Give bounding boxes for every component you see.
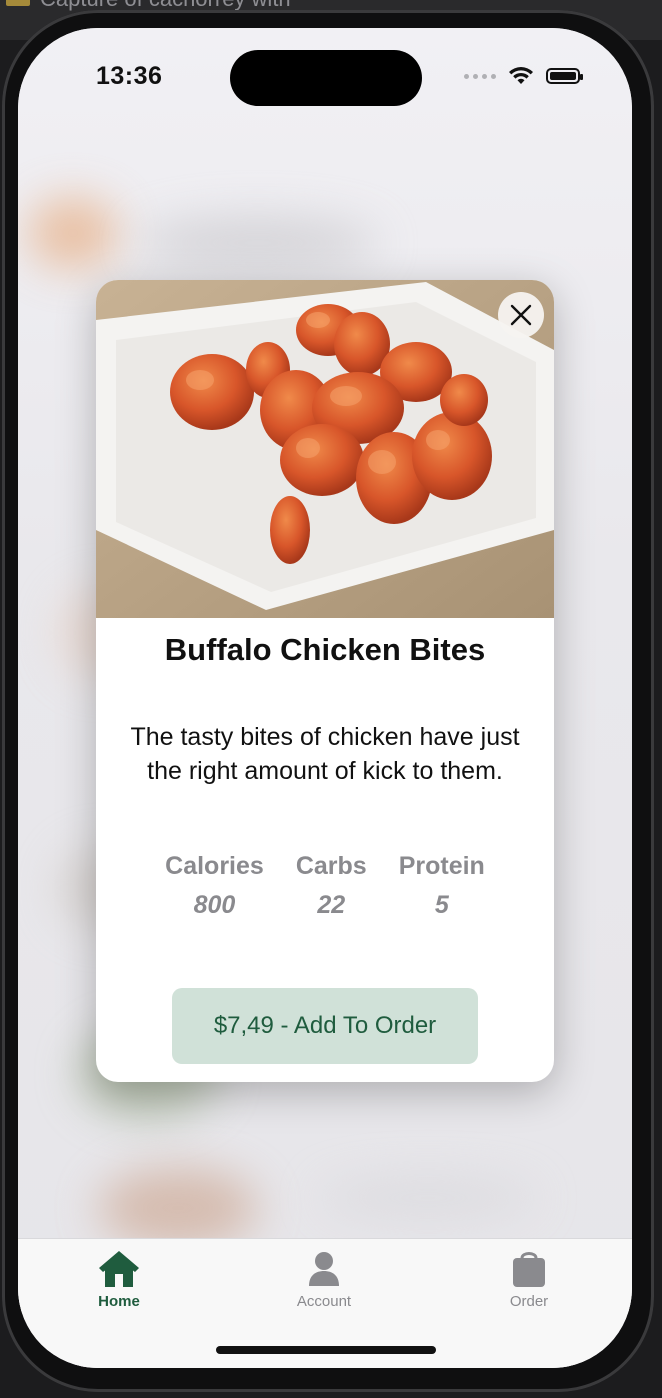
wifi-icon bbox=[509, 67, 533, 84]
stat-value: 22 bbox=[317, 891, 346, 919]
stat-label: Calories bbox=[165, 852, 264, 880]
stat-value: 5 bbox=[434, 891, 449, 919]
tab-label: Account bbox=[296, 1293, 352, 1310]
nutrition-stats: Calories 800 Carbs 22 Protein 5 bbox=[96, 852, 554, 920]
house-icon bbox=[99, 1251, 139, 1287]
tab-label: Order bbox=[509, 1293, 549, 1310]
stat-protein: Protein 5 bbox=[399, 852, 485, 920]
stat-value: 800 bbox=[193, 891, 236, 919]
home-indicator[interactable] bbox=[216, 1346, 436, 1354]
stat-label: Protein bbox=[398, 852, 485, 880]
window-icon bbox=[6, 0, 30, 6]
product-photo bbox=[96, 280, 554, 618]
status-icons bbox=[464, 66, 583, 86]
stat-carbs: Carbs 22 bbox=[296, 852, 367, 920]
tab-order[interactable]: Order bbox=[469, 1249, 589, 1310]
person-icon bbox=[309, 1252, 339, 1286]
add-to-order-button[interactable]: $7,49 - Add To Order bbox=[172, 988, 478, 1064]
cellular-signal-icon bbox=[464, 73, 496, 79]
phone-screen: 13:36 Buffalo Chicken Bites The tasty bi… bbox=[18, 28, 632, 1368]
product-description: The tasty bites of chicken have just the… bbox=[130, 723, 520, 785]
stat-calories: Calories 800 bbox=[165, 852, 264, 920]
close-icon bbox=[510, 304, 532, 326]
status-time: 13:36 bbox=[96, 62, 163, 90]
bag-icon bbox=[513, 1252, 545, 1287]
product-title: Buffalo Chicken Bites bbox=[164, 632, 486, 667]
dynamic-island bbox=[230, 50, 422, 106]
close-button[interactable] bbox=[498, 292, 544, 338]
product-detail-modal: Buffalo Chicken Bites The tasty bites of… bbox=[96, 280, 554, 1082]
tab-account[interactable]: Account bbox=[264, 1249, 384, 1310]
stat-label: Carbs bbox=[295, 852, 367, 880]
tab-home[interactable]: Home bbox=[59, 1249, 179, 1310]
tab-label: Home bbox=[98, 1293, 140, 1310]
battery-icon bbox=[546, 68, 583, 84]
